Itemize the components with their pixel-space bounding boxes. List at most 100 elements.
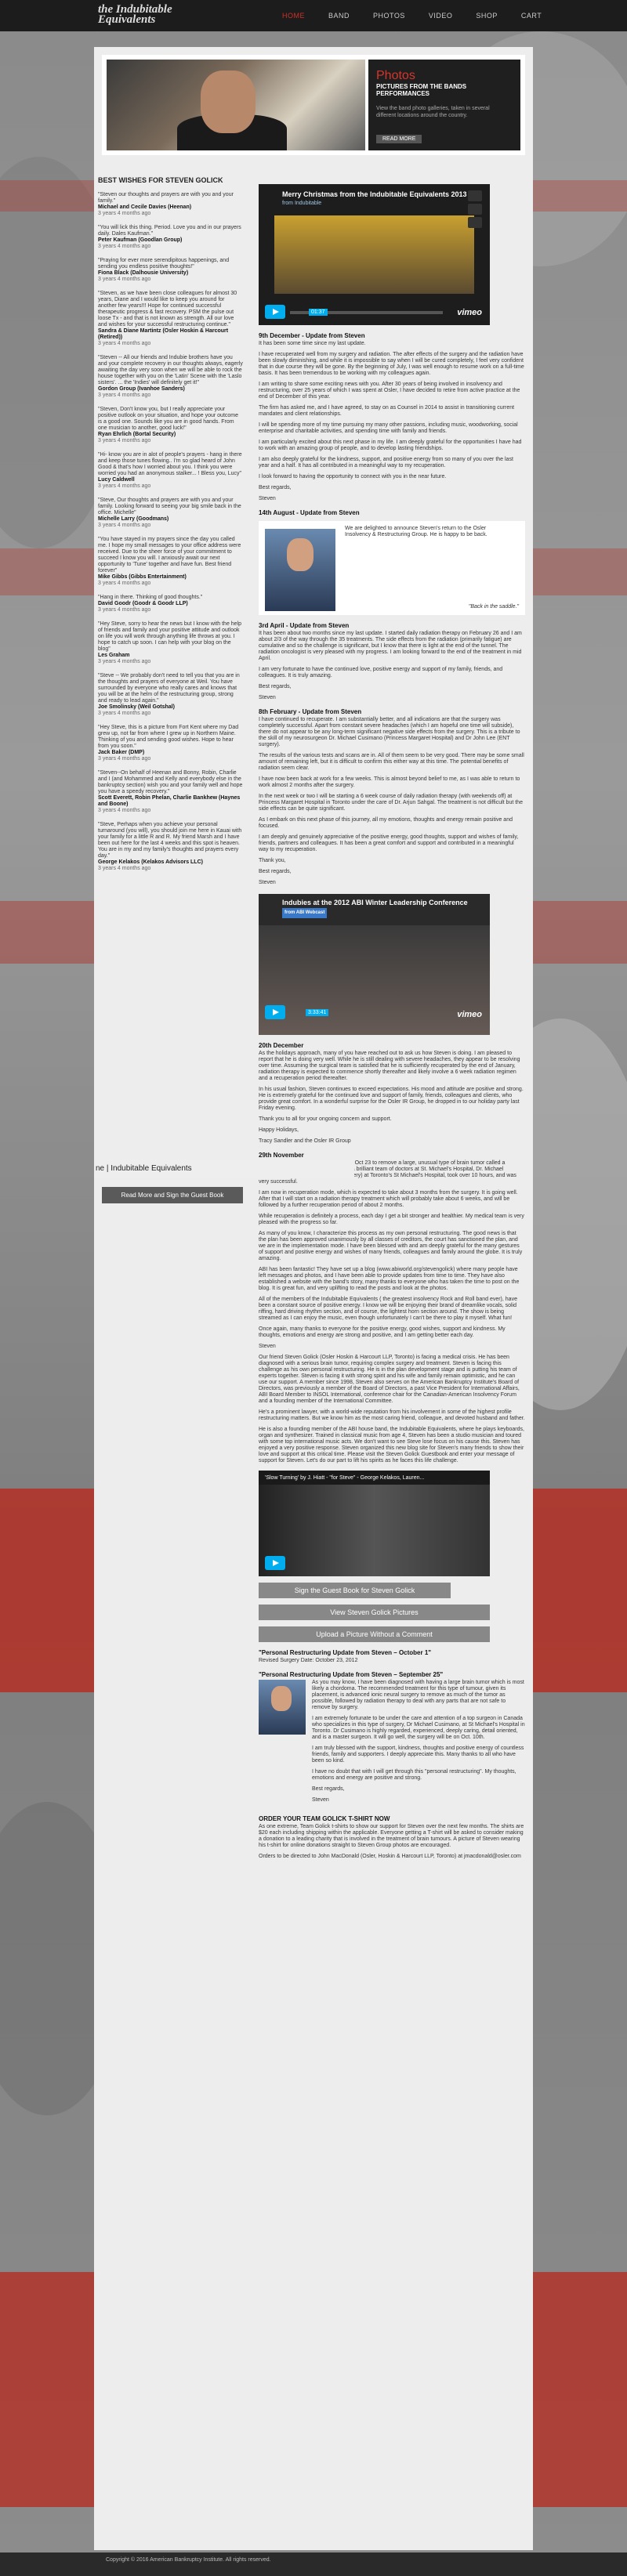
post-paragraph: Steven (259, 880, 276, 885)
upload-picture-button[interactable]: Upload a Picture Without a Comment (259, 1626, 490, 1642)
comment-age: 3 years 4 months ago (98, 341, 151, 346)
comment-text: "Steven -- All our friends and Indubie b… (98, 355, 243, 385)
photos-promo: Photos PICTURES FROM THE BANDS PERFORMAN… (368, 60, 520, 150)
post-paragraph: Best regards, (259, 869, 292, 874)
play-button[interactable] (265, 1556, 285, 1570)
nav-photos[interactable]: PHOTOS (361, 0, 417, 31)
video-title: 'Slow Turning' by J. Hiatt - "for Steve"… (265, 1475, 425, 1481)
post-paragraph: I look forward to having the opportunity… (259, 474, 447, 479)
comment-text: "Steven, as we have been close colleague… (98, 291, 237, 327)
post-paragraph: In the next week or two I will be starti… (259, 794, 523, 812)
video-player-slow-turning[interactable]: 'Slow Turning' by J. Hiatt - "for Steve"… (259, 1471, 490, 1576)
post-paragraph: I am now in recuperation mode, which is … (259, 1190, 518, 1208)
copyright: Copyright © 2016 American Bankruptcy Ins… (106, 2557, 271, 2563)
comment-item: "You will lick this thing. Period. Love … (98, 225, 243, 250)
video-player-abi[interactable]: Indubies at the 2012 ABI Winter Leadersh… (259, 894, 490, 1035)
steven-portrait (259, 1680, 306, 1735)
video-side-actions (468, 190, 484, 230)
comment-text: "You will lick this thing. Period. Love … (98, 225, 241, 237)
main-menu: HOME BAND PHOTOS VIDEO SHOP CART (270, 0, 553, 31)
post-body: It has been some time since my last upda… (259, 341, 525, 502)
comment-item: "Steven our thoughts and prayers are wit… (98, 192, 243, 217)
video-source: from ABI Webcast (282, 908, 328, 918)
footer: Copyright © 2016 American Bankruptcy Ins… (0, 2552, 627, 2576)
like-icon[interactable] (468, 190, 482, 201)
comment-author: Les Graham (98, 653, 130, 658)
comment-author: George Kelakos (Kelakos Advisors LLC) (98, 859, 203, 865)
post-paragraph: It has been about two months since my la… (259, 631, 522, 661)
share-icon[interactable] (468, 217, 482, 228)
post-body: It has been about two months since my la… (259, 631, 525, 701)
comment-age: 3 years 4 months ago (98, 244, 151, 249)
post-body: I have continued to recuperate. I am sub… (259, 717, 525, 886)
site-logo[interactable]: the Indubitable Equivalents (98, 4, 200, 28)
post-paragraph: I am extremely fortunate to be under the… (312, 1716, 525, 1740)
nav-video[interactable]: VIDEO (417, 0, 465, 31)
comment-author: Michelle Larry (Goodmans) (98, 516, 169, 522)
read-more-button[interactable]: READ MORE (376, 135, 422, 143)
post-apr-3: 3rd April - Update from Steven It has be… (259, 623, 525, 701)
comment-item: "Hi- know you are in alot of people's pr… (98, 452, 243, 490)
comment-author: Fiona Black (Dalhousie University) (98, 270, 189, 276)
comment-age: 3 years 4 months ago (98, 277, 151, 282)
post-paragraph: Best regards, (312, 1786, 345, 1792)
comment-author: Scott Everett, Robin Phelan, Charlie Ban… (98, 795, 241, 807)
nav-home[interactable]: HOME (270, 0, 317, 31)
post-title: "Personal Restructuring Update from Stev… (259, 1671, 444, 1678)
read-more-guestbook-button[interactable]: Read More and Sign the Guest Book (102, 1187, 243, 1203)
post-paragraph: I have no doubt that with I will get thr… (312, 1769, 516, 1781)
photo-back-in-saddle: We are delighted to announce Steven's re… (259, 521, 525, 615)
post-paragraph: I have now been back at work for a few w… (259, 776, 520, 788)
post-paragraph: Happy Holidays, (259, 1127, 299, 1133)
photo-caption: "Back in the saddle." (468, 604, 519, 610)
post-paragraph: Thank you to all for your ongoing concer… (259, 1116, 392, 1122)
comment-text: "Hey Steve, sorry to hear the news but I… (98, 621, 242, 652)
watch-later-icon[interactable] (468, 204, 482, 215)
steven-photo (265, 529, 335, 611)
hero-section: Photos PICTURES FROM THE BANDS PERFORMAN… (102, 55, 525, 155)
comment-item: "Hey Steve, this is a picture from Fort … (98, 725, 243, 762)
view-pictures-button[interactable]: View Steven Golick Pictures (259, 1605, 490, 1620)
comment-text: "Steve, Our thoughts and prayers are wit… (98, 497, 241, 516)
nav-band[interactable]: BAND (317, 0, 361, 31)
photos-description: View the band photo galleries, taken in … (376, 106, 490, 118)
post-paragraph: ABI has been fantastic! They have set up… (259, 1267, 520, 1291)
comment-author: Peter Kaufman (Goodlan Group) (98, 237, 183, 243)
post-paragraph: It has been some time since my last upda… (259, 341, 366, 346)
post-paragraph: I am very fortunate to have the continue… (259, 667, 503, 678)
post-paragraph: The results of the various tests and sca… (259, 753, 524, 771)
comment-age: 3 years 4 months ago (98, 711, 151, 716)
comment-item: "You have stayed in my prayers since the… (98, 537, 243, 587)
vimeo-logo[interactable]: vimeo (457, 1010, 482, 1019)
comment-author: Gordon Group (Ivanhoe Sanders) (98, 386, 185, 392)
comment-age: 3 years 4 months ago (98, 756, 151, 762)
post-paragraph: Tracy Sandler and the Osler IR Group (259, 1138, 351, 1144)
post-paragraph: Steven (259, 496, 276, 501)
hero-singer-face (201, 71, 256, 133)
post-paragraph: Once again, many thanks to everyone for … (259, 1326, 506, 1338)
post-paragraph: Steven (259, 695, 276, 700)
comment-age: 3 years 4 months ago (98, 866, 151, 871)
post-oct-1: "Personal Restructuring Update from Stev… (259, 1650, 525, 1664)
comment-item: "Steven, Don't know you, but I really ap… (98, 407, 243, 444)
comment-age: 3 years 4 months ago (98, 393, 151, 398)
comment-author: Lucy Caldwell (98, 477, 135, 483)
comment-author: Michael and Cecile Davies (Heenan) (98, 204, 192, 210)
comment-text: "Praying for ever more serendipitous hap… (98, 258, 230, 270)
post-paragraph: We are delighted to announce Steven's re… (345, 526, 487, 537)
play-button[interactable] (265, 305, 285, 319)
post-paragraph: Steven (259, 1344, 276, 1349)
play-button[interactable] (265, 1005, 285, 1019)
post-paragraph: He's a prominent lawyer, with a world-wi… (259, 1409, 525, 1421)
comment-text: "Hey Steve, this is a picture from Fort … (98, 725, 239, 749)
video-player-christmas[interactable]: Merry Christmas from the Indubitable Equ… (259, 184, 490, 325)
video-title: Indubies at the 2012 ABI Winter Leadersh… (282, 899, 468, 918)
comment-author: Joe Smolinsky (Weil Gotshal) (98, 704, 175, 710)
nav-shop[interactable]: SHOP (464, 0, 509, 31)
sign-guestbook-button[interactable]: Sign the Guest Book for Steven Golick (259, 1583, 451, 1598)
comment-text: "Steve -- We probably don't need to tell… (98, 673, 240, 704)
comment-age: 3 years 4 months ago (98, 483, 151, 489)
vimeo-logo[interactable]: vimeo (457, 308, 482, 317)
nav-cart[interactable]: CART (509, 0, 553, 31)
post-paragraph: As many of you know, I characterize this… (259, 1231, 523, 1261)
